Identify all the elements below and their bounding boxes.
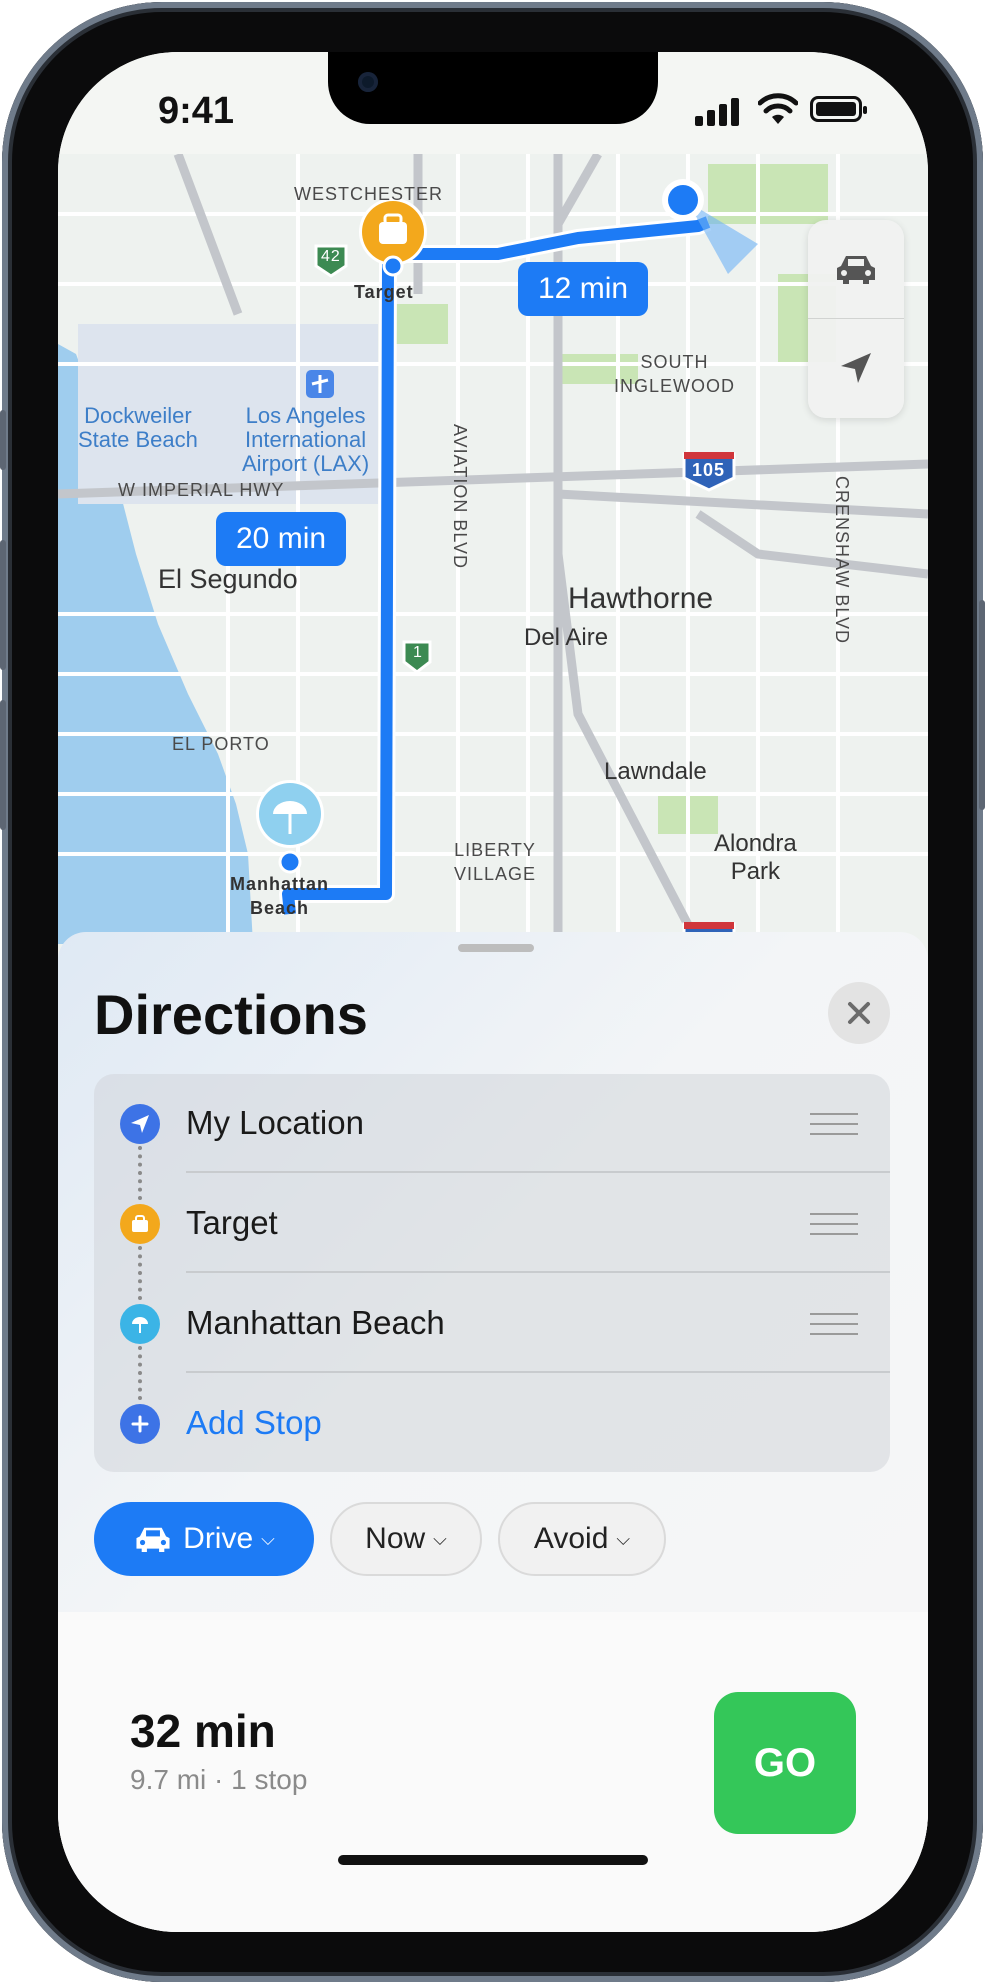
route-leg-time-bubble[interactable]: 12 min <box>518 262 649 316</box>
chevron-down-icon: ⌵ <box>261 1528 275 1549</box>
close-button[interactable] <box>828 982 890 1044</box>
map-label-target: Target <box>354 282 414 302</box>
avoid-options-chip[interactable]: Avoid ⌵ <box>498 1502 666 1576</box>
row-separator <box>186 1271 890 1273</box>
car-icon <box>837 256 875 284</box>
wifi-icon <box>758 93 798 124</box>
go-button[interactable]: GO <box>714 1692 856 1834</box>
stop-label: My Location <box>186 1104 364 1141</box>
battery-icon <box>810 96 867 122</box>
map-label-crenshaw-blvd: CRENSHAW BLVD <box>832 476 852 645</box>
map-view[interactable]: WESTCHESTER Target SOUTH INGLEWOOD Dockw… <box>58 154 928 944</box>
now-chip-label: Now <box>365 1522 426 1555</box>
plus-icon <box>120 1404 160 1444</box>
route-leg-time-bubble[interactable]: 20 min <box>216 512 347 566</box>
row-separator <box>186 1171 890 1173</box>
side-button <box>0 410 6 470</box>
beach-umbrella-icon <box>120 1304 160 1344</box>
map-label-el-segundo: El Segundo <box>158 564 298 594</box>
stop-label: Manhattan Beach <box>186 1304 445 1341</box>
departure-time-chip[interactable]: Now ⌵ <box>330 1502 482 1576</box>
location-arrow-icon <box>841 353 871 383</box>
map-label-manhattan-beach: Manhattan Beach <box>230 874 329 918</box>
location-arrow-icon <box>120 1104 160 1144</box>
stop-row-my-location[interactable]: My Location <box>94 1074 890 1173</box>
interstate-shield-105-label: 105 <box>692 460 726 480</box>
map-label-south-inglewood: SOUTH INGLEWOOD <box>614 352 736 396</box>
transport-mode-button[interactable] <box>808 220 904 318</box>
stop-row-target[interactable]: Target <box>94 1174 890 1273</box>
map-label-dockweiler: Dockweiler State Beach <box>78 403 198 452</box>
map-controls <box>808 220 904 418</box>
add-stop-label: Add Stop <box>186 1404 322 1441</box>
sheet-title: Directions <box>94 983 368 1046</box>
close-icon <box>848 1002 870 1024</box>
add-stop-row[interactable]: Add Stop <box>94 1374 890 1473</box>
map-label-westchester: WESTCHESTER <box>294 184 444 204</box>
location-tracking-button[interactable] <box>808 319 904 417</box>
map-label-aviation-blvd: AVIATION BLVD <box>450 424 470 570</box>
map-label-el-porto: EL PORTO <box>172 734 270 754</box>
status-time: 9:41 <box>158 90 235 132</box>
drive-mode-chip[interactable]: Drive ⌵ <box>94 1502 314 1576</box>
row-separator <box>186 1371 890 1373</box>
stop-row-manhattan-beach[interactable]: Manhattan Beach <box>94 1274 890 1373</box>
cellular-signal-icon <box>695 98 739 126</box>
map-label-imperial-hwy: W IMPERIAL HWY <box>118 480 285 500</box>
map-label-lax: Los Angeles International Airport (LAX) <box>242 403 370 476</box>
map-canvas <box>58 154 928 944</box>
notch <box>328 52 658 124</box>
map-label-hawthorne: Hawthorne <box>568 582 714 615</box>
car-icon <box>136 1527 170 1553</box>
route-stops-list: My Location Target Manhattan Beach Add S… <box>94 1074 890 1472</box>
chevron-down-icon: ⌵ <box>433 1528 447 1549</box>
map-label-alondra-park: Alondra Park <box>714 830 797 885</box>
highway-shield-42-label: 42 <box>321 248 341 265</box>
avoid-chip-label: Avoid <box>533 1522 609 1555</box>
reorder-handle-icon[interactable] <box>810 1312 858 1336</box>
stop-label: Target <box>186 1204 278 1241</box>
volume-up-button <box>0 540 6 670</box>
directions-sheet: Directions My Location Target Manhattan … <box>58 932 928 1932</box>
map-label-lawndale: Lawndale <box>604 758 707 785</box>
screen: 9:41 WESTCHESTER Target SOUTH INGLEWOOD … <box>58 52 928 1932</box>
reorder-handle-icon[interactable] <box>810 1112 858 1136</box>
power-button <box>979 600 985 810</box>
route-summary-card[interactable]: 32 min 9.7 mi · 1 stop GO <box>58 1612 928 1932</box>
front-camera <box>358 72 378 92</box>
route-eta: 32 min <box>130 1705 276 1757</box>
home-indicator[interactable] <box>338 1855 648 1865</box>
highway-shield-1-label: 1 <box>413 644 423 661</box>
map-label-del-aire: Del Aire <box>524 624 609 651</box>
drive-chip-label: Drive <box>183 1522 254 1555</box>
map-label-liberty-village: LIBERTY VILLAGE <box>454 840 537 884</box>
shopping-bag-icon <box>120 1204 160 1244</box>
route-details: 9.7 mi · 1 stop <box>130 1764 308 1795</box>
reorder-handle-icon[interactable] <box>810 1212 858 1236</box>
sheet-grabber[interactable] <box>458 944 534 952</box>
volume-down-button <box>0 700 6 830</box>
chevron-down-icon: ⌵ <box>616 1528 631 1549</box>
